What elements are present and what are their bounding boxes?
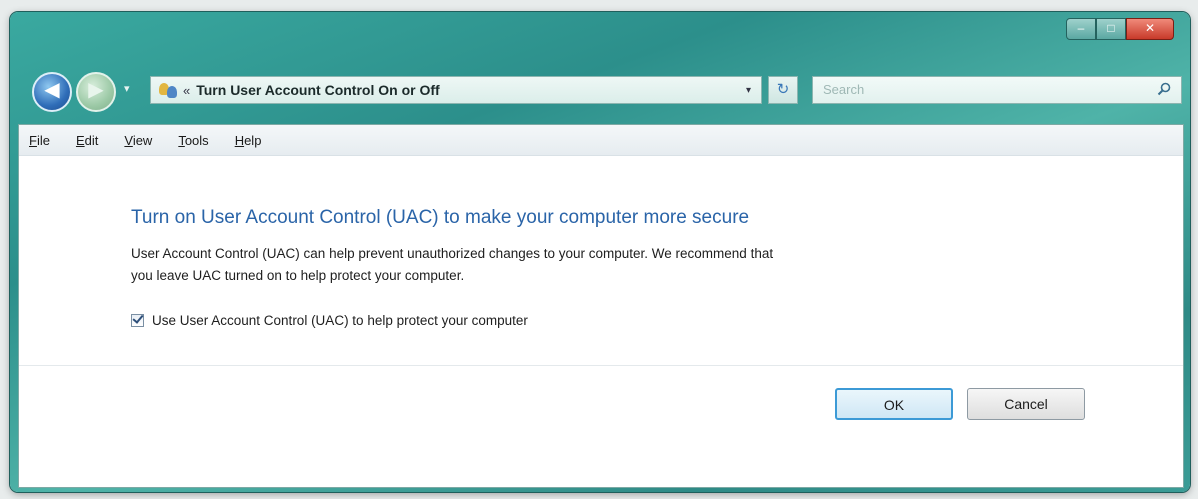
address-path[interactable]: Turn User Account Control On or Off — [196, 82, 439, 98]
address-dropdown[interactable]: ▾ — [746, 85, 751, 96]
minimize-button[interactable]: – — [1066, 18, 1096, 40]
search-placeholder: Search — [823, 82, 865, 97]
breadcrumb-separator[interactable]: « — [183, 83, 190, 98]
uac-checkbox-row[interactable]: Use User Account Control (UAC) to help p… — [131, 312, 1091, 328]
search-input[interactable]: Search — [812, 76, 1182, 104]
uac-checkbox-label[interactable]: Use User Account Control (UAC) to help p… — [152, 313, 528, 328]
users-icon — [159, 81, 179, 99]
back-arrow-icon: ◀ — [44, 79, 60, 101]
client-area: File Edit View Tools Help Turn on User A… — [18, 124, 1184, 488]
menu-file[interactable]: File — [29, 133, 50, 148]
divider — [19, 365, 1183, 366]
page-title: Turn on User Account Control (UAC) to ma… — [131, 207, 750, 228]
forward-button[interactable]: ▶ — [76, 72, 116, 112]
forward-arrow-icon: ▶ — [88, 79, 104, 101]
caption-buttons: – □ ✕ — [1066, 18, 1174, 40]
close-button[interactable]: ✕ — [1126, 18, 1174, 40]
description-text: User Account Control (UAC) can help prev… — [131, 243, 1091, 287]
description-line-1: User Account Control (UAC) can help prev… — [131, 246, 774, 261]
navigation-bar: ◀ ▶ ▾ « Turn User Account Control On or … — [32, 68, 1182, 112]
checkmark-icon — [132, 312, 144, 324]
menu-bar: File Edit View Tools Help — [19, 125, 1183, 156]
menu-view[interactable]: View — [124, 133, 152, 148]
menu-edit[interactable]: Edit — [76, 133, 98, 148]
back-button[interactable]: ◀ — [32, 72, 72, 112]
menu-help[interactable]: Help — [235, 133, 262, 148]
refresh-icon: ↻ — [776, 81, 790, 98]
uac-checkbox[interactable] — [131, 312, 144, 327]
cancel-button[interactable]: Cancel — [967, 388, 1085, 420]
ok-button[interactable]: OK — [835, 388, 953, 420]
description-line-2: you leave UAC turned on to help protect … — [131, 268, 465, 283]
uac-window: – □ ✕ ◀ ▶ ▾ « Turn User Account Control … — [10, 12, 1190, 492]
search-icon[interactable] — [1157, 82, 1171, 96]
uac-content: Turn on User Account Control (UAC) to ma… — [131, 207, 1091, 328]
menu-tools[interactable]: Tools — [178, 133, 208, 148]
refresh-button[interactable]: ↻ — [768, 76, 798, 104]
maximize-button[interactable]: □ — [1096, 18, 1126, 40]
recent-pages-dropdown[interactable]: ▾ — [124, 82, 130, 95]
address-bar[interactable]: « Turn User Account Control On or Off ▾ — [150, 76, 762, 104]
